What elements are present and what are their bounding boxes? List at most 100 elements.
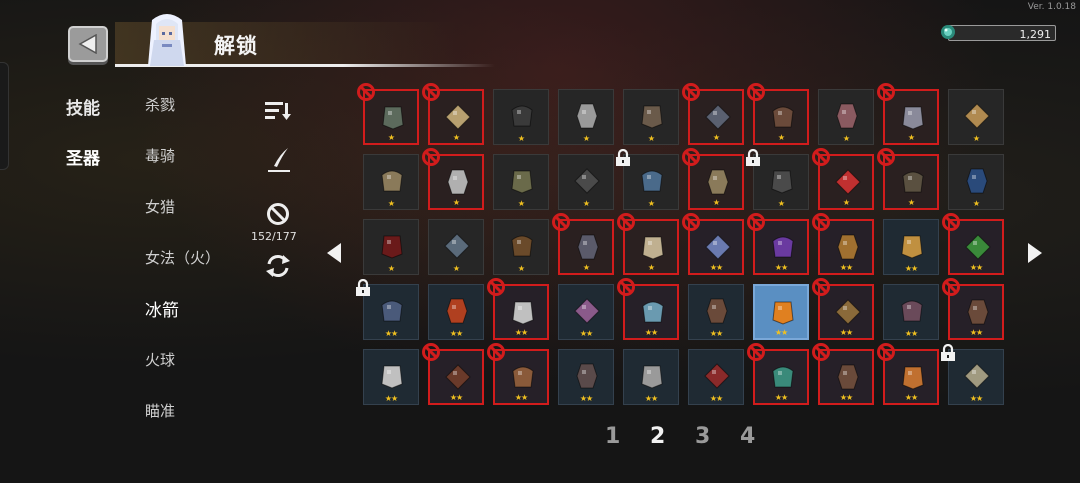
- quill-icon[interactable]: [266, 146, 292, 174]
- tooth-icon: [511, 235, 533, 257]
- character-item[interactable]: 女猎: [145, 196, 175, 217]
- banned-icon: [877, 148, 895, 166]
- back-button[interactable]: [68, 26, 108, 62]
- side-drawer-handle[interactable]: [0, 62, 9, 170]
- relic-slot[interactable]: ★★: [617, 278, 679, 340]
- rarity-stars: ★: [712, 133, 720, 142]
- character-item[interactable]: 瞄准: [145, 400, 175, 421]
- relic-slot[interactable]: ★★: [688, 284, 744, 340]
- relic-slot[interactable]: ★★: [688, 349, 744, 405]
- relic-slot[interactable]: ★: [493, 154, 549, 210]
- pan-icon: [574, 168, 600, 194]
- banned-icon: [942, 278, 960, 296]
- rarity-stars: ★★: [904, 329, 918, 338]
- relic-slot[interactable]: ★: [363, 219, 419, 275]
- banned-icon: [747, 343, 765, 361]
- page-button[interactable]: 4: [740, 424, 755, 449]
- relic-slot[interactable]: ★★: [422, 343, 484, 405]
- relic-slot[interactable]: ★: [493, 219, 549, 275]
- relic-slot[interactable]: ★: [812, 148, 874, 210]
- relic-slot[interactable]: ★: [877, 83, 939, 145]
- relic-slot[interactable]: ★★: [558, 349, 614, 405]
- rarity-stars: ★: [647, 199, 655, 208]
- page-button[interactable]: 3: [695, 424, 710, 449]
- rarity-stars: ★★: [904, 264, 918, 273]
- relic-slot[interactable]: ★★: [812, 343, 874, 405]
- banner-icon: [966, 168, 988, 194]
- relic-slot[interactable]: ★★: [812, 213, 874, 275]
- next-page-arrow-icon[interactable]: [1026, 242, 1044, 264]
- relic-slot[interactable]: ★★: [428, 284, 484, 340]
- relic-slot[interactable]: ★: [682, 83, 744, 145]
- relic-slot[interactable]: ★: [747, 83, 809, 145]
- relic-slot[interactable]: ★★: [487, 278, 549, 340]
- rarity-stars: ★★: [384, 329, 398, 338]
- rarity-stars: ★: [517, 199, 525, 208]
- banned-icon: [812, 148, 830, 166]
- rarity-stars: ★: [777, 133, 785, 142]
- category-skills[interactable]: 技能: [66, 94, 100, 119]
- character-item[interactable]: 毒骑: [145, 145, 175, 166]
- relic-slot[interactable]: ★: [493, 89, 549, 145]
- helmet-icon: [382, 106, 404, 130]
- relic-slot[interactable]: ★★: [812, 278, 874, 340]
- character-avatar: [140, 10, 194, 66]
- relic-slot[interactable]: ★: [363, 154, 419, 210]
- relic-slot[interactable]: ★★: [356, 279, 419, 340]
- relic-slot[interactable]: ★★: [941, 344, 1004, 405]
- relic-slot[interactable]: ★★: [877, 343, 939, 405]
- relic-slot[interactable]: ★: [746, 149, 809, 210]
- relic-slot[interactable]: ★: [948, 154, 1004, 210]
- relic-slot[interactable]: ★: [818, 89, 874, 145]
- ban-filter-icon[interactable]: [266, 202, 290, 226]
- page-button[interactable]: 1: [605, 424, 620, 449]
- character-item-selected[interactable]: 冰箭: [145, 296, 179, 321]
- banned-icon: [682, 148, 700, 166]
- character-item[interactable]: 女法（火）: [145, 247, 220, 268]
- prev-page-arrow-icon[interactable]: [325, 242, 343, 264]
- relic-slot[interactable]: ★★: [747, 343, 809, 405]
- refresh-icon[interactable]: [263, 252, 293, 280]
- character-item[interactable]: 火球: [145, 349, 175, 370]
- relic-slot[interactable]: ★: [357, 83, 419, 145]
- relic-slot[interactable]: ★★: [747, 213, 809, 275]
- orb-red-icon: [446, 298, 468, 324]
- relic-slot[interactable]: ★★: [363, 349, 419, 405]
- relic-slot[interactable]: ★: [616, 149, 679, 210]
- tome-icon: [574, 298, 600, 324]
- relic-slot[interactable]: ★: [552, 213, 614, 275]
- relic-slot[interactable]: ★: [428, 219, 484, 275]
- category-relics[interactable]: 圣器: [66, 144, 100, 169]
- relic-slot[interactable]: ★: [422, 148, 484, 210]
- relic-slot[interactable]: ★: [617, 213, 679, 275]
- relic-slot[interactable]: ★: [877, 148, 939, 210]
- banned-icon: [422, 83, 440, 101]
- relic-slot[interactable]: ★★: [753, 284, 809, 340]
- relic-slot[interactable]: ★★: [942, 278, 1004, 340]
- sort-icon[interactable]: [264, 100, 292, 122]
- flask-icon: [771, 170, 793, 194]
- relic-slot[interactable]: ★★: [883, 219, 939, 275]
- relic-slot[interactable]: ★★: [942, 213, 1004, 275]
- relic-slot[interactable]: ★: [422, 83, 484, 145]
- relic-slot[interactable]: ★★: [558, 284, 614, 340]
- rarity-stars: ★★: [514, 328, 528, 337]
- relic-slot[interactable]: ★★: [682, 213, 744, 275]
- book-green-icon: [965, 234, 991, 260]
- character-item[interactable]: 杀戮: [145, 94, 175, 115]
- rarity-stars: ★: [907, 198, 915, 207]
- relic-slot[interactable]: ★: [558, 89, 614, 145]
- page-button-current[interactable]: 2: [650, 424, 665, 449]
- relic-slot[interactable]: ★: [948, 89, 1004, 145]
- relic-slot[interactable]: ★★: [487, 343, 549, 405]
- relic-slot[interactable]: ★★: [883, 284, 939, 340]
- relic-slot[interactable]: ★★: [623, 349, 679, 405]
- rarity-stars: ★: [387, 199, 395, 208]
- rarity-stars: ★★: [579, 329, 593, 338]
- crystal-icon: [705, 234, 731, 260]
- relic-slot[interactable]: ★: [623, 89, 679, 145]
- rarity-stars: ★: [452, 198, 460, 207]
- page-title: 解锁: [214, 34, 258, 58]
- relic-slot[interactable]: ★: [558, 154, 614, 210]
- relic-slot[interactable]: ★: [682, 148, 744, 210]
